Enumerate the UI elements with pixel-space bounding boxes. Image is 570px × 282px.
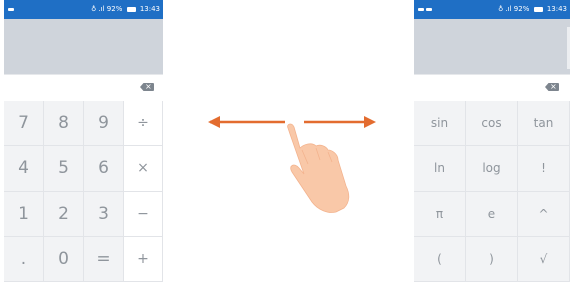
status-bar: ♁ .ıl 92% 13:43 <box>4 0 163 19</box>
key-6[interactable]: 6 <box>84 146 124 192</box>
arrow-right-icon <box>304 116 376 128</box>
clock-time: 13:43 <box>139 5 160 13</box>
key-decimal[interactable]: . <box>4 236 44 282</box>
calculator-advanced-screen: ♁ .ıl 92% 13:43 sin cos tan ln log ! π e… <box>414 0 570 282</box>
key-pi[interactable]: π <box>414 191 466 237</box>
input-row[interactable] <box>4 74 163 102</box>
signal-icons: ♁ .ıl <box>91 5 105 13</box>
key-divide[interactable]: ÷ <box>124 101 163 147</box>
key-8[interactable]: 8 <box>44 101 84 147</box>
key-power[interactable]: ^ <box>518 191 570 237</box>
key-tan[interactable]: tan <box>518 101 570 147</box>
key-cos[interactable]: cos <box>466 101 518 147</box>
key-sqrt[interactable]: √ <box>518 236 570 282</box>
key-minus[interactable]: − <box>124 191 163 237</box>
arrow-left-icon <box>208 116 285 128</box>
key-plus[interactable]: + <box>124 236 163 282</box>
battery-icon <box>126 6 136 12</box>
key-close-paren[interactable]: ) <box>466 236 518 282</box>
backspace-icon[interactable] <box>545 83 559 91</box>
swipe-gesture-illustration <box>208 116 376 213</box>
key-2[interactable]: 2 <box>44 191 84 237</box>
key-1[interactable]: 1 <box>4 191 44 237</box>
battery-percent: 92% <box>513 5 530 13</box>
battery-percent: 92% <box>106 5 123 13</box>
key-open-paren[interactable]: ( <box>414 236 466 282</box>
signal-icons: ♁ .ıl <box>498 5 512 13</box>
key-0[interactable]: 0 <box>44 236 84 282</box>
key-equals[interactable]: = <box>84 236 124 282</box>
key-ln[interactable]: ln <box>414 146 466 192</box>
notification-indicator <box>8 0 16 19</box>
notification-indicator <box>418 0 434 19</box>
clock-time: 13:43 <box>546 5 567 13</box>
status-icons: ♁ .ıl 92% 13:43 <box>91 0 160 19</box>
key-factorial[interactable]: ! <box>518 146 570 192</box>
advanced-keypad: sin cos tan ln log ! π e ^ ( ) √ <box>414 101 570 282</box>
status-icons: ♁ .ıl 92% 13:43 <box>498 0 567 19</box>
backspace-icon[interactable] <box>140 83 154 91</box>
calculator-display <box>4 19 163 74</box>
key-sin[interactable]: sin <box>414 101 466 147</box>
hand-swipe-icon <box>287 123 350 213</box>
key-log[interactable]: log <box>466 146 518 192</box>
key-4[interactable]: 4 <box>4 146 44 192</box>
key-e[interactable]: e <box>466 191 518 237</box>
input-row[interactable] <box>414 74 570 102</box>
key-9[interactable]: 9 <box>84 101 124 147</box>
key-multiply[interactable]: × <box>124 146 163 192</box>
status-bar: ♁ .ıl 92% 13:43 <box>414 0 570 19</box>
key-5[interactable]: 5 <box>44 146 84 192</box>
key-3[interactable]: 3 <box>84 191 124 237</box>
calculator-display <box>414 19 570 74</box>
basic-keypad: 7 8 9 ÷ 4 5 6 × 1 2 3 − . 0 = + <box>4 101 163 282</box>
battery-icon <box>533 6 543 12</box>
key-7[interactable]: 7 <box>4 101 44 147</box>
calculator-basic-screen: ♁ .ıl 92% 13:43 7 8 9 ÷ 4 5 6 × 1 2 3 − … <box>4 0 163 282</box>
